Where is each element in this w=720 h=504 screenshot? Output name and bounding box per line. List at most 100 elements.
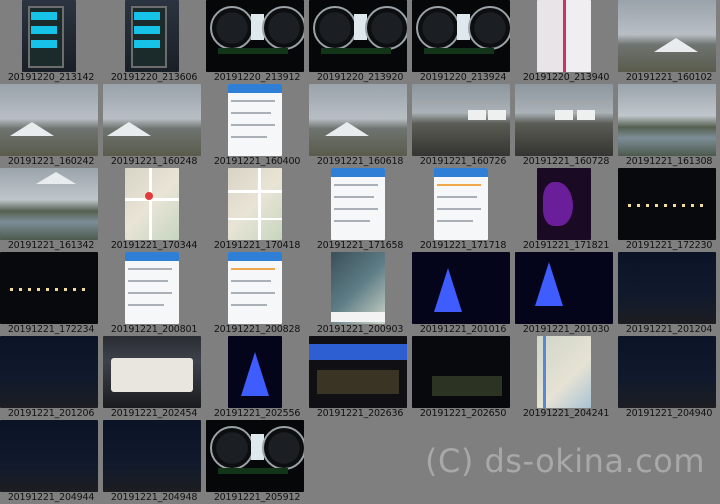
thumbnail-item[interactable]: 20191221_200903 [309,252,411,336]
thumbnail-caption: 20191220_213142 [7,72,95,83]
thumbnail-caption: 20191221_171718 [419,240,507,251]
thumbnail-caption: 20191221_170418 [213,240,301,251]
thumbnail-caption: 20191221_202636 [316,408,404,419]
weather-app-screenshot [228,84,282,156]
thumbnail-item[interactable]: 20191221_201204 [618,252,720,336]
night-street-photo [0,420,98,492]
thumbnail-caption: 20191220_213606 [110,72,198,83]
weather-app-screenshot [434,168,488,240]
thumbnail-caption: 20191221_200903 [316,324,404,335]
night-lights-photo [618,168,716,240]
thumbnail-item[interactable]: 20191221_200801 [103,252,205,336]
map-app-screenshot [125,168,179,240]
thumbnail-item[interactable]: 20191221_171658 [309,168,411,252]
night-street-photo [618,252,716,324]
thumbnail-item[interactable]: 20191221_204241 [515,336,617,420]
thumbnail-caption: 20191221_171658 [316,240,404,251]
dashboard-photo [412,0,510,72]
thumbnail-item[interactable]: 20191221_202650 [412,336,514,420]
thumbnail-item[interactable]: 20191221_205912 [206,420,308,504]
mountain-photo [309,84,407,156]
thumbnail-item[interactable]: 20191221_170344 [103,168,205,252]
thumbnail-item[interactable]: 20191221_160618 [309,84,411,168]
map-app-screenshot [537,336,591,408]
mountain-photo [103,84,201,156]
bus-photo [103,336,201,408]
thumbnail-caption: 20191221_160248 [110,156,198,167]
thumbnail-item[interactable]: 20191221_160728 [515,84,617,168]
thumbnail-item[interactable]: 20191220_213912 [206,0,308,84]
thumbnail-item[interactable]: 20191221_160248 [103,84,205,168]
thumbnail-caption: 20191221_201204 [625,324,713,335]
thumbnail-item[interactable]: 20191221_204944 [0,420,102,504]
night-street-photo [103,420,201,492]
night-street-photo [0,336,98,408]
night-street-photo [618,336,716,408]
thumbnail-item[interactable]: 20191220_213940 [515,0,617,84]
thumbnail-caption: 20191220_213940 [522,72,610,83]
thumbnail-item[interactable]: 20191221_160242 [0,84,102,168]
river-photo [0,168,98,240]
gps-track-screenshot [537,168,591,240]
thumbnail-item[interactable]: 20191220_213924 [412,0,514,84]
thumbnail-caption: 20191221_160726 [419,156,507,167]
thumbnail-grid: 20191220_213142 20191220_213606 20191220… [0,0,720,504]
fuel-meter-photo [125,0,179,72]
receipt-photo [537,0,591,72]
thumbnail-item[interactable]: 20191221_201206 [0,336,102,420]
thumbnail-caption: 20191221_201016 [419,324,507,335]
thumbnail-item[interactable]: 20191221_172234 [0,252,102,336]
map-app-screenshot [331,252,385,324]
thumbnail-caption: 20191221_202650 [419,408,507,419]
thumbnail-caption: 20191221_160102 [625,72,713,83]
thumbnail-item[interactable]: 20191221_160726 [412,84,514,168]
thumbnail-item[interactable]: 20191221_201016 [412,252,514,336]
thumbnail-caption: 20191221_160400 [213,156,301,167]
thumbnail-item[interactable]: 20191221_202636 [309,336,411,420]
thumbnail-caption: 20191221_171821 [522,240,610,251]
thumbnail-item[interactable]: 20191221_171821 [515,168,617,252]
mountain-photo [0,84,98,156]
thumbnail-caption: 20191221_170344 [110,240,198,251]
thumbnail-caption: 20191221_172234 [7,324,95,335]
thumbnail-item[interactable]: 20191221_170418 [206,168,308,252]
thumbnail-caption: 20191221_160618 [316,156,404,167]
river-photo [618,84,716,156]
food-stall-photo [309,336,407,408]
thumbnail-item[interactable]: 20191220_213606 [103,0,205,84]
thumbnail-item[interactable]: 20191220_213142 [0,0,102,84]
thumbnail-caption: 20191220_213912 [213,72,301,83]
thumbnail-item[interactable]: 20191221_204948 [103,420,205,504]
thumbnail-caption: 20191221_204948 [110,492,198,503]
dashboard-photo [206,420,304,492]
illumination-tree-photo [412,252,510,324]
festival-crowd-photo [412,84,510,156]
thumbnail-caption: 20191221_201206 [7,408,95,419]
thumbnail-caption: 20191220_213924 [419,72,507,83]
thumbnail-caption: 20191221_204944 [7,492,95,503]
thumbnail-caption: 20191221_205912 [213,492,301,503]
thumbnail-item[interactable]: 20191221_201030 [515,252,617,336]
thumbnail-item[interactable]: 20191221_200828 [206,252,308,336]
thumbnail-item[interactable]: 20191221_202454 [103,336,205,420]
thumbnail-item[interactable]: 20191221_160102 [618,0,720,84]
thumbnail-item[interactable]: 20191220_213920 [309,0,411,84]
thumbnail-caption: 20191220_213920 [316,72,404,83]
thumbnail-item[interactable]: 20191221_172230 [618,168,720,252]
dashboard-photo [309,0,407,72]
thumbnail-item[interactable]: 20191221_161308 [618,84,720,168]
thumbnail-item[interactable]: 20191221_171718 [412,168,514,252]
thumbnail-caption: 20191221_200828 [213,324,301,335]
thumbnail-caption: 20191221_204940 [625,408,713,419]
dashboard-photo [206,0,304,72]
map-app-screenshot [228,168,282,240]
thumbnail-item[interactable]: 20191221_202556 [206,336,308,420]
festival-crowd-photo [515,84,613,156]
thumbnail-item[interactable]: 20191221_161342 [0,168,102,252]
fuel-meter-photo [22,0,76,72]
thumbnail-item[interactable]: 20191221_204940 [618,336,720,420]
thumbnail-caption: 20191221_201030 [522,324,610,335]
thumbnail-caption: 20191221_160242 [7,156,95,167]
night-crowd-photo [412,336,510,408]
thumbnail-item[interactable]: 20191221_160400 [206,84,308,168]
